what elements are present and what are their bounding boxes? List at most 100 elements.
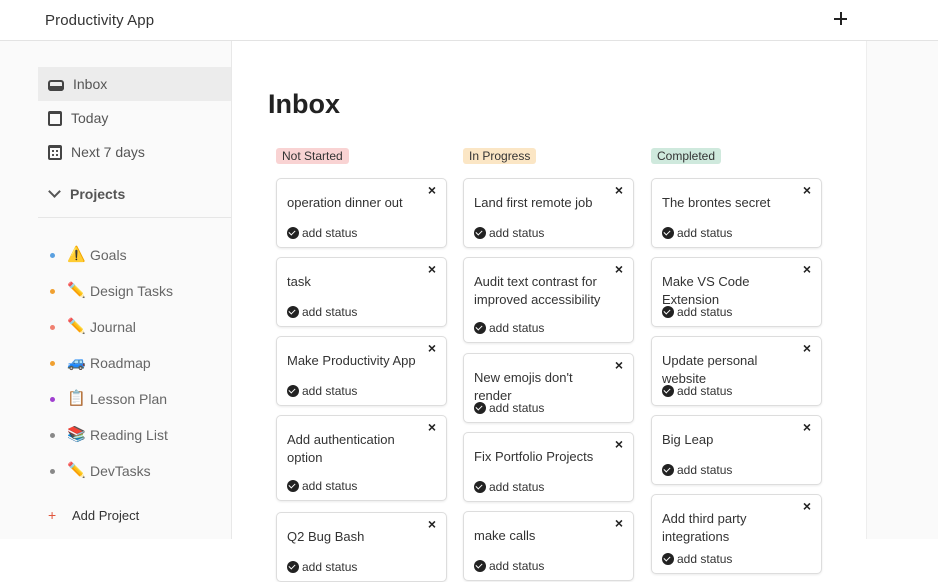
project-item[interactable]: ⚠️ Goals [50,243,127,267]
close-icon[interactable]: × [615,261,623,277]
sidebar-item-inbox[interactable]: Inbox [38,67,231,101]
add-status-button[interactable]: add status [287,305,357,319]
add-status-button[interactable]: add status [662,226,732,240]
project-item[interactable]: 🚙 Roadmap [50,351,151,375]
check-circle-icon [474,402,486,414]
add-status-button[interactable]: add status [287,226,357,240]
add-status-button[interactable]: add status [474,226,544,240]
close-icon[interactable]: × [428,419,436,435]
task-card[interactable]: Audit text contrast for improved accessi… [463,257,634,343]
add-status-button[interactable]: add status [662,552,732,566]
close-icon[interactable]: × [803,419,811,435]
close-icon[interactable]: × [803,182,811,198]
task-card[interactable]: Big Leap × add status [651,415,822,485]
project-label: Design Tasks [90,283,174,299]
task-card[interactable]: Update personal website × add status [651,336,822,406]
check-circle-icon [287,561,299,573]
add-status-button[interactable]: add status [474,559,544,573]
projects-toggle[interactable]: Projects [48,185,125,202]
close-icon[interactable]: × [428,261,436,277]
task-card[interactable]: The brontes secret × add status [651,178,822,248]
check-circle-icon [662,306,674,318]
close-icon[interactable]: × [803,340,811,356]
task-card[interactable]: New emojis don't render × add status [463,353,634,423]
add-status-label: add status [302,560,358,574]
task-card[interactable]: Fix Portfolio Projects × add status [463,432,634,502]
task-title: Fix Portfolio Projects [474,449,594,464]
task-card[interactable]: Land first remote job × add status [463,178,634,248]
project-item[interactable]: ✏️ Journal [50,315,136,339]
add-status-label: add status [302,226,358,240]
close-icon[interactable]: × [615,436,623,452]
task-card[interactable]: make calls × add status [463,511,634,581]
task-title: The brontes secret [662,195,771,210]
project-label: Lesson Plan [90,391,168,407]
task-title: Land first remote job [474,195,593,210]
project-color-dot [50,432,55,438]
task-title: Add authentication option [287,432,395,465]
task-card[interactable]: operation dinner out × add status [276,178,447,248]
add-status-button[interactable]: add status [474,321,544,335]
project-color-dot [50,396,55,402]
page-title: Inbox [268,89,340,119]
add-status-button[interactable]: add status [287,560,357,574]
project-item[interactable]: ✏️ Design Tasks [50,279,173,303]
check-circle-icon [287,227,299,239]
project-item[interactable]: 📋 Lesson Plan [50,387,167,411]
task-card[interactable]: Add third party integrations × add status [651,494,822,574]
close-icon[interactable]: × [428,182,436,198]
task-title: New emojis don't render [474,370,573,403]
task-card[interactable]: task × add status [276,257,447,327]
add-status-label: add status [677,463,733,477]
check-circle-icon [287,306,299,318]
close-icon[interactable]: × [615,357,623,373]
add-status-button[interactable]: add status [662,384,732,398]
close-icon[interactable]: × [803,261,811,277]
project-label: Roadmap [90,355,151,371]
project-emoji-icon: 📚 [67,426,86,443]
task-title: operation dinner out [287,195,403,210]
close-icon[interactable]: × [428,516,436,532]
add-status-button[interactable]: add status [287,384,357,398]
column-status-badge: Completed [651,148,722,164]
sidebar-item-label: Today [71,110,109,126]
task-card[interactable]: Add authentication option × add status [276,415,447,501]
task-title: Q2 Bug Bash [287,529,365,544]
project-color-dot [50,360,55,366]
add-project-button[interactable]: + Add Project [48,507,139,523]
project-item[interactable]: 📚 Reading List [50,423,168,447]
task-card[interactable]: Make VS Code Extension × add status [651,257,822,327]
sidebar-item-label: Next 7 days [71,144,145,160]
project-color-dot [50,324,55,330]
sidebar-item-today[interactable]: Today [38,101,231,135]
project-color-dot [50,288,55,294]
close-icon[interactable]: × [803,498,811,514]
add-project-label: Add Project [72,507,140,523]
project-item[interactable]: ✏️ DevTasks [50,459,151,483]
close-icon[interactable]: × [615,515,623,531]
add-status-label: add status [489,321,545,335]
column-status-badge: In Progress [463,148,537,164]
task-title: Update personal website [662,353,758,386]
add-status-label: add status [302,305,358,319]
sidebar: Inbox Today Next 7 days Projects ⚠️ Goals… [0,41,232,539]
close-icon[interactable]: × [615,182,623,198]
task-card[interactable]: Make Productivity App × add status [276,336,447,406]
add-status-button[interactable]: add status [662,305,732,319]
project-color-dot [50,468,55,474]
add-status-button[interactable]: add status [474,480,544,494]
add-status-button[interactable]: add status [662,463,732,477]
app-header: Productivity App [0,0,938,41]
check-circle-icon [662,553,674,565]
add-status-label: add status [489,226,545,240]
close-icon[interactable]: × [428,340,436,356]
right-gutter [866,41,938,539]
add-status-button[interactable]: add status [287,479,357,493]
sidebar-item-next-7-days[interactable]: Next 7 days [38,135,231,169]
board-column: Completed The brontes secret × add status Ma… [651,147,823,574]
main-content: Inbox Not Started operation dinner out × ad… [232,41,866,582]
task-card[interactable]: Q2 Bug Bash × add status [276,512,447,582]
add-status-button[interactable]: add status [474,401,544,415]
plus-icon[interactable] [830,8,852,30]
check-circle-icon [474,560,486,572]
